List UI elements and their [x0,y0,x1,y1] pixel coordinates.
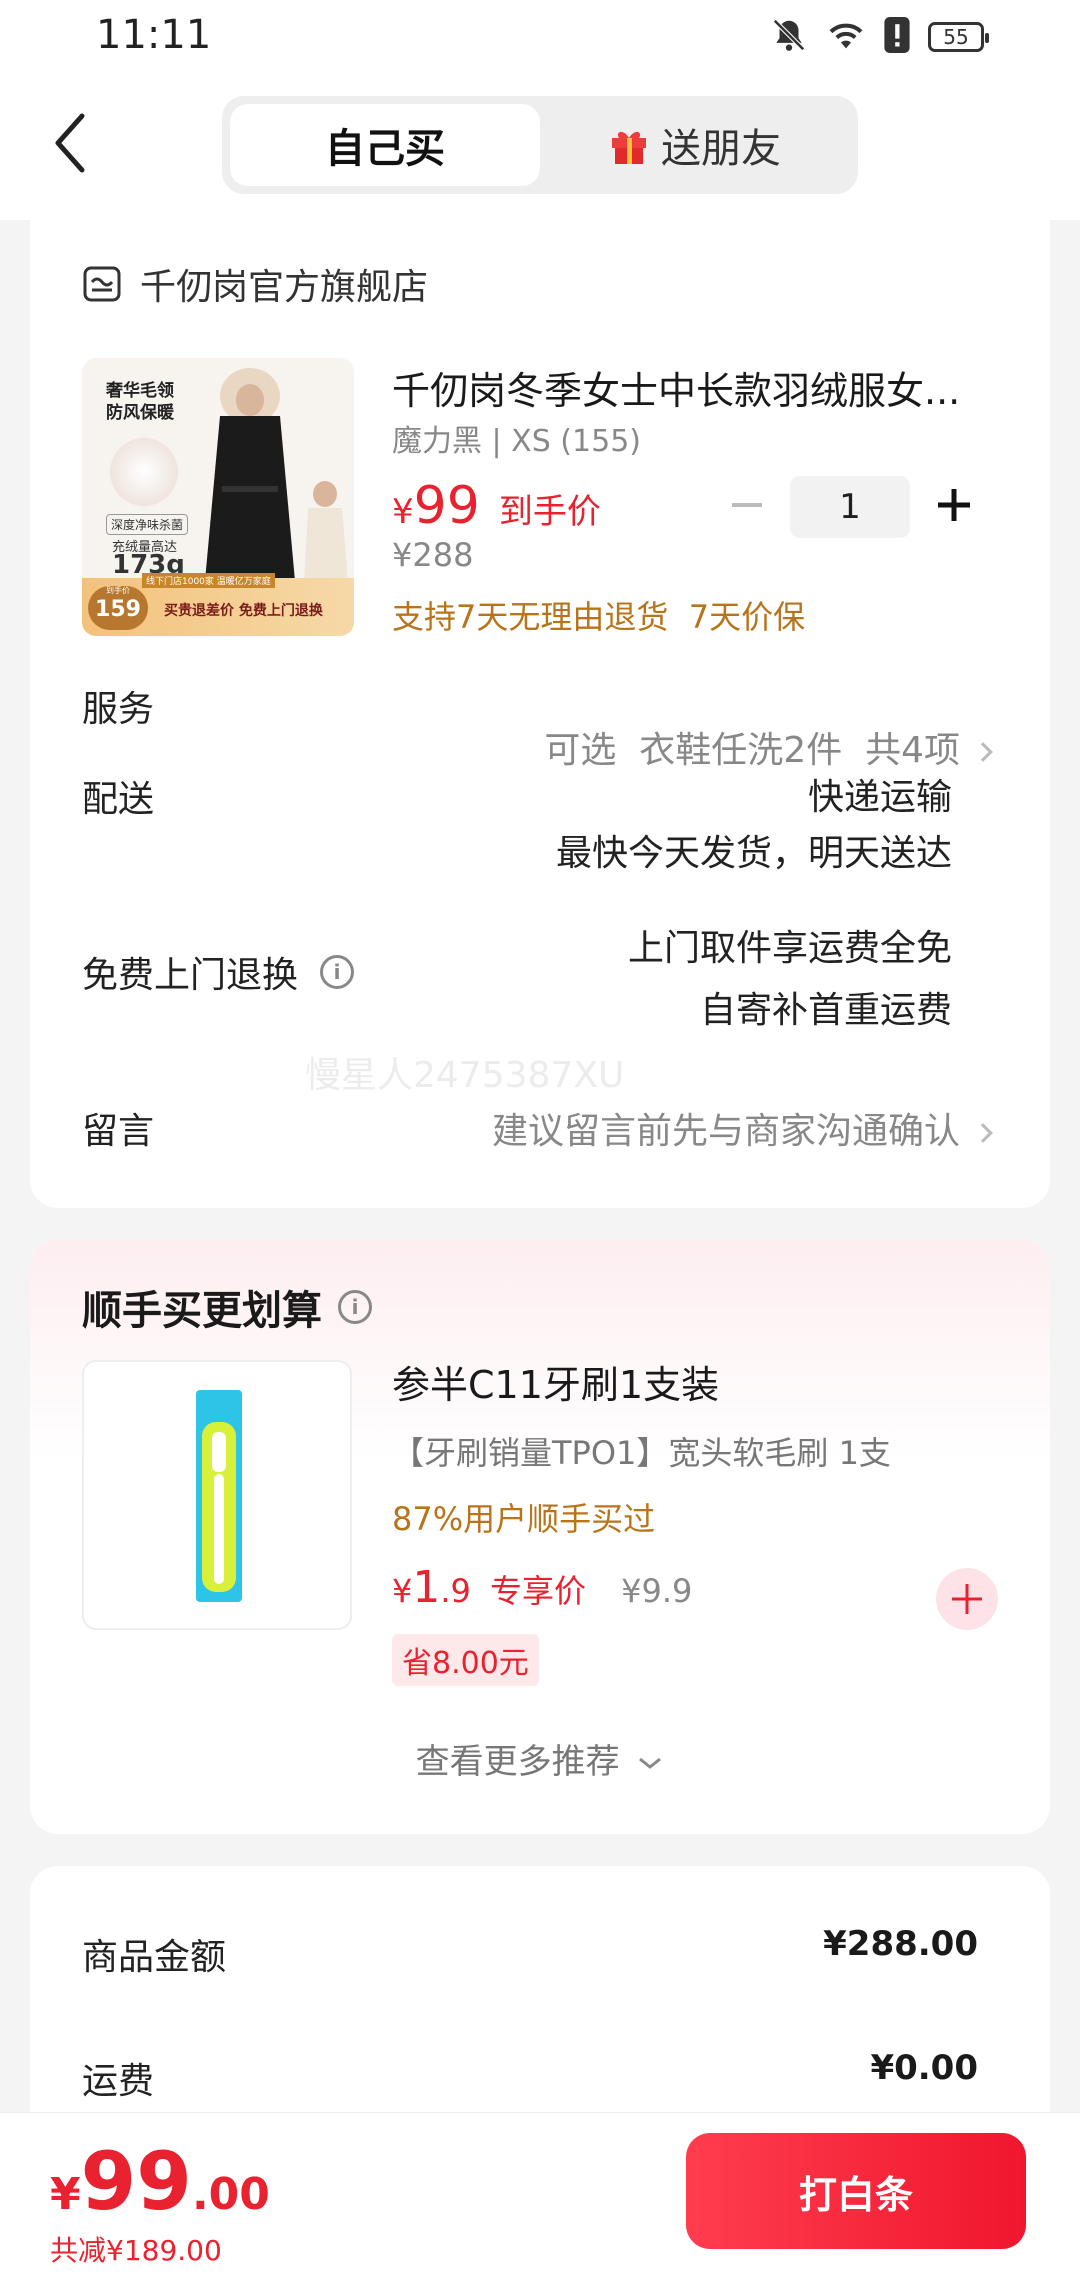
total-dec: .00 [191,2169,270,2220]
chevron-down-icon [639,1757,662,1769]
status-icons: 55 [770,16,989,58]
addon-desc: 【牙刷销量TPO1】宽头软毛刷 1支 [392,1434,891,1472]
quantity-input[interactable]: 1 [790,476,910,538]
minus-button[interactable] [730,488,764,526]
watermark: 慢星人2475387XU [305,1055,625,1096]
addon-product-image[interactable] [82,1360,352,1630]
tab-self-buy[interactable]: 自己买 [230,104,540,186]
pay-button-label: 打白条 [798,2172,913,2217]
total-int: 99 [80,2135,192,2228]
total-price: ¥99.00 [50,2135,270,2228]
shipping-label: 运费 [82,2061,155,2102]
guarantee-text[interactable]: 支持7天无理由退货 7天价保 [392,592,805,638]
product-title[interactable]: 千仞岗冬季女士中长款羽绒服女... [392,360,992,415]
addon-social-proof: 87%用户顺手买过 [392,1500,656,1538]
tab-gift-friend-label: 送朋友 [661,126,781,172]
plus-button[interactable] [936,487,972,527]
info-icon[interactable]: i [338,1290,372,1324]
service-label: 服务 [82,689,155,730]
price-tag: 到手价 [498,492,601,532]
more-recommendations-label: 查看更多推荐 [415,1742,620,1782]
add-addon-button[interactable] [936,1568,998,1630]
chevron-right-icon [973,742,993,762]
back-button[interactable] [50,108,120,188]
tab-gift-friend[interactable]: 送朋友 [540,104,850,186]
image-tag-fur-collar: 奢华毛领 [106,381,174,401]
chevron-right-icon [973,1123,993,1143]
addon-price-tag: 专享价 [489,1572,586,1610]
header: 自己买 送朋友 [0,80,1080,220]
addon-save-badge: 省8.00元 [392,1634,539,1686]
total-symbol: ¥ [50,2169,81,2220]
return-self-send: 自寄补首重运费 [699,990,952,1031]
total-discount: 共减¥189.00 [50,2234,222,2267]
return-pickup: 上门取件享运费全免 [627,928,952,969]
store-name: 千仞岗官方旗舰店 [140,267,429,308]
store-icon [83,266,121,302]
wifi-icon [826,17,866,57]
image-price-label: 到手价 [106,586,130,595]
delivery-label: 配送 [82,779,155,820]
message-input[interactable]: 建议留言前先与商家沟通确认 [491,1102,993,1154]
quantity-stepper: 1 [730,476,972,538]
toothbrush-illustration [196,1390,242,1602]
back-arrow-icon [55,113,85,173]
message-placeholder: 建议留言前先与商家沟通确认 [491,1111,960,1152]
delivery-info: 快递运输 最快今天发货，明天送达 [556,770,952,882]
image-tag-clean: 深度净味杀菌 [106,514,189,535]
plus-icon [952,1584,982,1614]
addon-card: 顺手买更划算 i 参半C11牙刷1支装 【牙刷销量TPO1】宽头软毛刷 1支 8… [30,1240,1050,1834]
info-icon[interactable]: i [320,955,355,989]
store-row[interactable]: 千仞岗官方旗舰店 [82,258,428,310]
addon-original-price: ¥9.9 [621,1572,693,1610]
delivery-eta: 最快今天发货，明天送达 [555,833,952,874]
coat-illustration [205,368,348,581]
product-variant[interactable]: 魔力黑 | XS (155) [392,416,641,460]
return-info: 上门取件享运费全免 自寄补首重运费 [628,918,952,1042]
goods-amount-label: 商品金额 [82,1937,227,1978]
product-image[interactable]: 奢华毛领 防风保暖 深度净味杀菌 充绒量高达 173g 线下门店1000家 温暖… [82,358,354,636]
addon-section-title: 顺手买更划算 [82,1288,322,1334]
mute-bell-icon [770,16,808,58]
fur-swatch [110,438,178,506]
addon-price-int: 1 [412,1562,441,1613]
original-price: ¥288 [392,536,474,574]
service-value: 可选 衣鞋任洗2件 共4项 [544,730,960,771]
return-row: 免费上门退换 i [82,946,355,998]
image-store-line: 线下门店1000家 温暖亿万家庭 [142,573,275,588]
image-price-badge: 到手价 159 [88,586,148,630]
addon-price: ¥1.9 专享价 ¥9.9 [392,1562,692,1613]
price-value: 99 [413,476,480,536]
more-recommendations-button[interactable]: 查看更多推荐 [30,1734,1050,1783]
purchase-mode-tabs: 自己买 送朋友 [222,96,858,194]
image-price: 159 [95,597,141,622]
delivery-method: 快递运输 [807,777,952,818]
minus-icon [732,503,762,507]
price-symbol: ¥ [392,492,414,532]
return-label: 免费上门退换 [82,955,299,996]
tab-self-buy-label: 自己买 [325,126,445,172]
addon-price-symbol: ¥ [392,1572,413,1610]
status-time: 11:11 [96,12,212,58]
goods-amount-value: ¥288.00 [823,1924,978,1964]
checkout-bar: ¥99.00 共减¥189.00 打白条 [0,2112,1080,2280]
alert-icon [884,17,910,57]
addon-header: 顺手买更划算 i [82,1278,372,1336]
gift-icon [609,126,649,164]
plus-icon [938,489,970,521]
product-price: ¥99 到手价 [392,476,601,536]
battery-icon: 55 [928,22,989,52]
message-label: 留言 [82,1111,155,1152]
pay-button[interactable]: 打白条 [686,2133,1026,2249]
addon-title[interactable]: 参半C11牙刷1支装 [392,1354,719,1409]
shipping-value: ¥0.00 [870,2048,978,2088]
status-bar: 11:11 55 [0,0,1080,80]
image-promo: 买贵退差价 免费上门退换 [164,603,323,619]
image-tag-windproof: 防风保暖 [106,403,174,423]
addon-price-dec: .9 [440,1572,471,1610]
